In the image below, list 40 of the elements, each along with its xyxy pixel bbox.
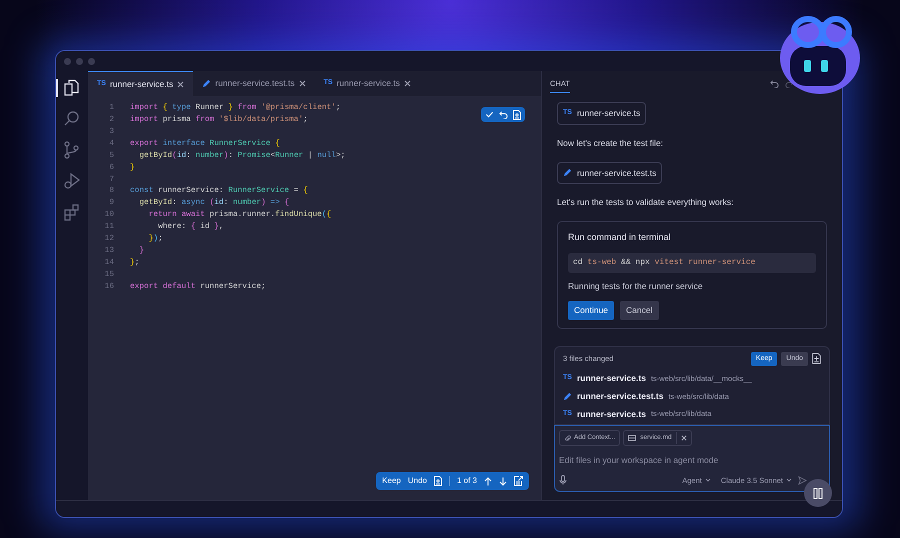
close-icon[interactable] <box>404 80 411 87</box>
file-icon <box>628 435 636 442</box>
file-name[interactable]: runner-service.test.ts <box>577 390 664 402</box>
pen-icon <box>563 168 572 178</box>
file-name[interactable]: runner-service.ts <box>576 408 646 420</box>
file-name[interactable]: runner-service.ts <box>576 372 646 385</box>
card-description: Running tests for the runner service <box>568 280 703 292</box>
arrow-down-icon[interactable] <box>499 476 507 486</box>
chat-message: Let's run the tests to validate everything works: <box>557 196 734 209</box>
close-icon[interactable] <box>298 80 306 87</box>
search-icon[interactable] <box>63 110 81 128</box>
chat-message: Now let's create the test file: <box>557 136 664 150</box>
extensions-icon[interactable] <box>63 203 81 221</box>
prompt-field[interactable]: Edit files in your workspace in agent mode <box>559 454 825 467</box>
files-icon[interactable] <box>63 79 81 97</box>
microphone-icon[interactable] <box>559 475 567 486</box>
check-icon[interactable] <box>485 110 494 119</box>
change-counter: 1 of 3 <box>456 475 477 487</box>
undo-button[interactable]: Undo <box>408 475 427 487</box>
open-file-icon[interactable] <box>514 476 523 486</box>
pause-icon <box>813 488 823 498</box>
send-icon[interactable] <box>798 476 807 485</box>
paperclip-icon <box>564 434 571 442</box>
run-debug-icon[interactable] <box>63 172 81 190</box>
arrow-up-icon[interactable] <box>484 476 492 486</box>
pen-icon <box>202 79 212 88</box>
source-control-icon[interactable] <box>63 141 81 159</box>
file-chip[interactable]: runner-service.test.ts <box>557 162 662 184</box>
close-icon[interactable] <box>680 435 687 442</box>
caret-icon <box>786 478 792 482</box>
editor-tab[interactable]: runner-service.test.ts <box>193 71 315 96</box>
undo-icon[interactable] <box>770 79 779 88</box>
close-icon[interactable] <box>177 80 184 88</box>
document-icon[interactable] <box>812 353 821 364</box>
caret-icon <box>704 478 711 482</box>
card-title: Run command in terminal <box>568 231 671 244</box>
pen-icon <box>563 392 572 401</box>
keep-button[interactable]: Keep <box>382 475 401 487</box>
cancel-button[interactable]: Cancel <box>620 301 658 320</box>
continue-button[interactable]: Continue <box>568 301 614 320</box>
